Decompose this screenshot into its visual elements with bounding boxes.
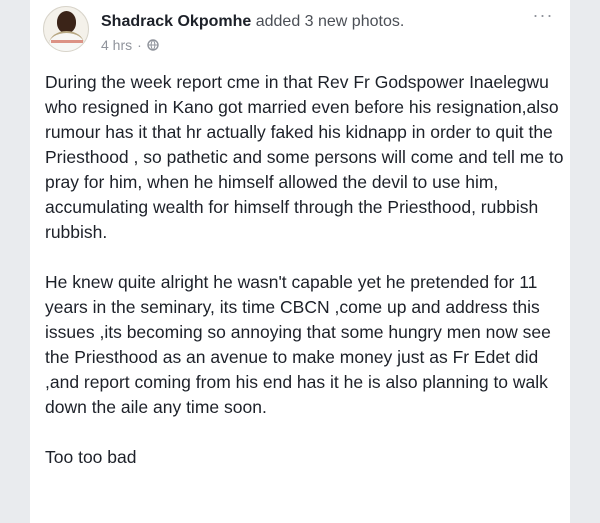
avatar[interactable] xyxy=(43,6,89,52)
meta-separator: · xyxy=(137,37,142,53)
post-body: During the week report cme in that Rev F… xyxy=(45,70,565,495)
post-paragraph-3: Too too bad xyxy=(45,447,137,467)
avatar-caption xyxy=(51,40,83,43)
avatar-head xyxy=(57,11,76,33)
globe-icon[interactable] xyxy=(147,39,159,51)
post-header: Shadrack Okpomhe added 3 new photos. 4 h… xyxy=(30,0,570,62)
post-timestamp[interactable]: 4 hrs xyxy=(101,37,132,53)
more-options-button[interactable]: ··· xyxy=(526,6,560,28)
post-header-line: Shadrack Okpomhe added 3 new photos. xyxy=(101,13,404,31)
post-action-text: added 3 new photos. xyxy=(251,13,405,30)
post-paragraph-2: He knew quite alright he wasn't capable … xyxy=(45,272,551,417)
post-meta: 4 hrs · xyxy=(101,37,159,53)
post-paragraph-1: During the week report cme in that Rev F… xyxy=(45,72,564,242)
post-card: Shadrack Okpomhe added 3 new photos. 4 h… xyxy=(30,0,570,523)
author-name-link[interactable]: Shadrack Okpomhe xyxy=(101,13,251,30)
